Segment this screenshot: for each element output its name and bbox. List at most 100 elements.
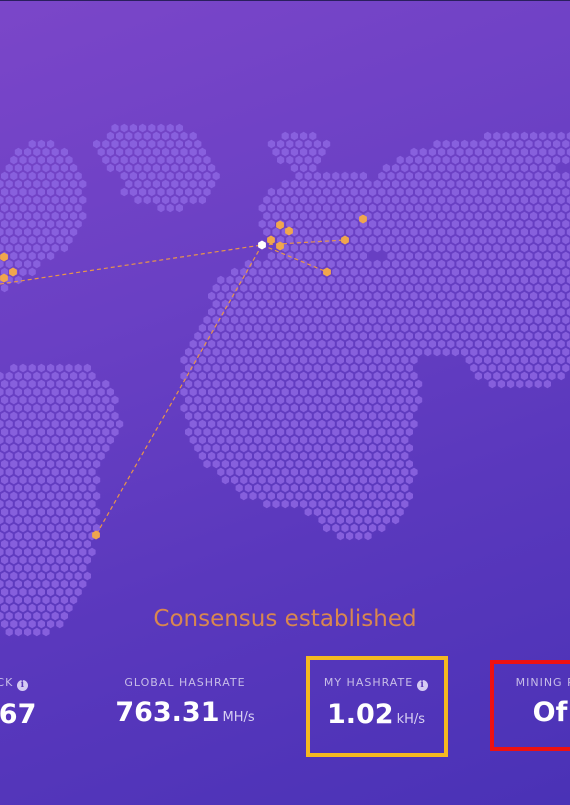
map-hex — [341, 411, 349, 421]
map-hex — [511, 147, 519, 157]
map-hex — [484, 195, 492, 205]
map-hex — [221, 459, 229, 469]
map-hex — [369, 235, 377, 245]
map-hex — [51, 419, 59, 429]
map-hex — [497, 363, 505, 373]
map-hex — [10, 411, 18, 421]
map-hex — [42, 403, 50, 413]
map-hex — [56, 475, 64, 485]
map-hex — [194, 395, 202, 405]
map-hex — [97, 435, 105, 445]
map-hex — [484, 275, 492, 285]
map-hex — [456, 211, 464, 221]
map-hex — [442, 251, 450, 261]
map-hex — [10, 363, 18, 373]
map-hex — [300, 227, 308, 237]
map-hex — [539, 211, 547, 221]
map-hex — [327, 339, 335, 349]
map-hex — [300, 211, 308, 221]
map-hex — [309, 387, 317, 397]
map-hex — [60, 163, 68, 173]
map-hex — [415, 283, 423, 293]
map-hex — [341, 203, 349, 213]
map-hex — [456, 339, 464, 349]
map-hex — [56, 491, 64, 501]
map-hex — [83, 443, 91, 453]
map-hex — [28, 411, 36, 421]
map-hex — [226, 451, 234, 461]
map-hex — [341, 283, 349, 293]
map-hex — [520, 339, 528, 349]
map-hex — [350, 299, 358, 309]
map-hex — [51, 435, 59, 445]
map-hex — [442, 171, 450, 181]
map-hex — [10, 171, 18, 181]
map-hex — [493, 355, 501, 365]
map-hex — [74, 459, 82, 469]
map-hex — [470, 267, 478, 277]
map-hex — [24, 419, 32, 429]
map-hex — [33, 499, 41, 509]
map-hex — [382, 179, 390, 189]
map-hex — [272, 499, 280, 509]
map-hex — [0, 515, 4, 525]
map-hex — [405, 379, 413, 389]
map-hex — [24, 531, 32, 541]
map-hex — [461, 299, 469, 309]
map-hex — [93, 475, 101, 485]
map-hex — [267, 251, 275, 261]
map-hex — [65, 555, 73, 565]
map-hex — [405, 251, 413, 261]
map-hex — [511, 307, 519, 317]
map-hex — [364, 403, 372, 413]
info-icon[interactable]: i — [17, 680, 29, 691]
map-hex — [557, 339, 565, 349]
map-hex — [313, 155, 321, 165]
map-hex — [378, 267, 386, 277]
map-hex — [378, 475, 386, 485]
map-hex — [70, 563, 78, 573]
map-hex — [1, 203, 9, 213]
map-hex — [254, 419, 262, 429]
map-hex — [217, 435, 225, 445]
map-hex — [235, 403, 243, 413]
map-hex — [74, 171, 82, 181]
map-hex — [488, 139, 496, 149]
map-hex — [562, 347, 570, 357]
map-hex — [327, 195, 335, 205]
map-hex — [309, 371, 317, 381]
map-hex — [392, 179, 400, 189]
map-hex — [189, 371, 197, 381]
map-hex — [502, 195, 510, 205]
map-hex — [28, 235, 36, 245]
map-hex — [525, 139, 533, 149]
map-hex — [318, 147, 326, 157]
map-hex — [139, 139, 147, 149]
map-hex — [405, 299, 413, 309]
map-hex — [488, 283, 496, 293]
map-hex — [97, 403, 105, 413]
map-hex — [37, 411, 45, 421]
map-hex — [553, 331, 561, 341]
map-hex — [396, 331, 404, 341]
map-hex — [562, 203, 570, 213]
map-hex — [194, 379, 202, 389]
map-hex — [221, 299, 229, 309]
map-hex — [79, 419, 87, 429]
map-hex — [520, 291, 528, 301]
map-hex — [355, 499, 363, 509]
map-hex — [359, 475, 367, 485]
map-hex — [405, 491, 413, 501]
map-hex — [557, 147, 565, 157]
map-hex — [244, 403, 252, 413]
map-hex — [410, 339, 418, 349]
map-hex — [378, 283, 386, 293]
map-hex — [231, 315, 239, 325]
map-hex — [318, 403, 326, 413]
map-hex — [240, 411, 248, 421]
map-hex — [401, 483, 409, 493]
map-hex — [14, 595, 22, 605]
map-hex — [56, 459, 64, 469]
map-hex — [286, 395, 294, 405]
map-hex — [465, 259, 473, 269]
